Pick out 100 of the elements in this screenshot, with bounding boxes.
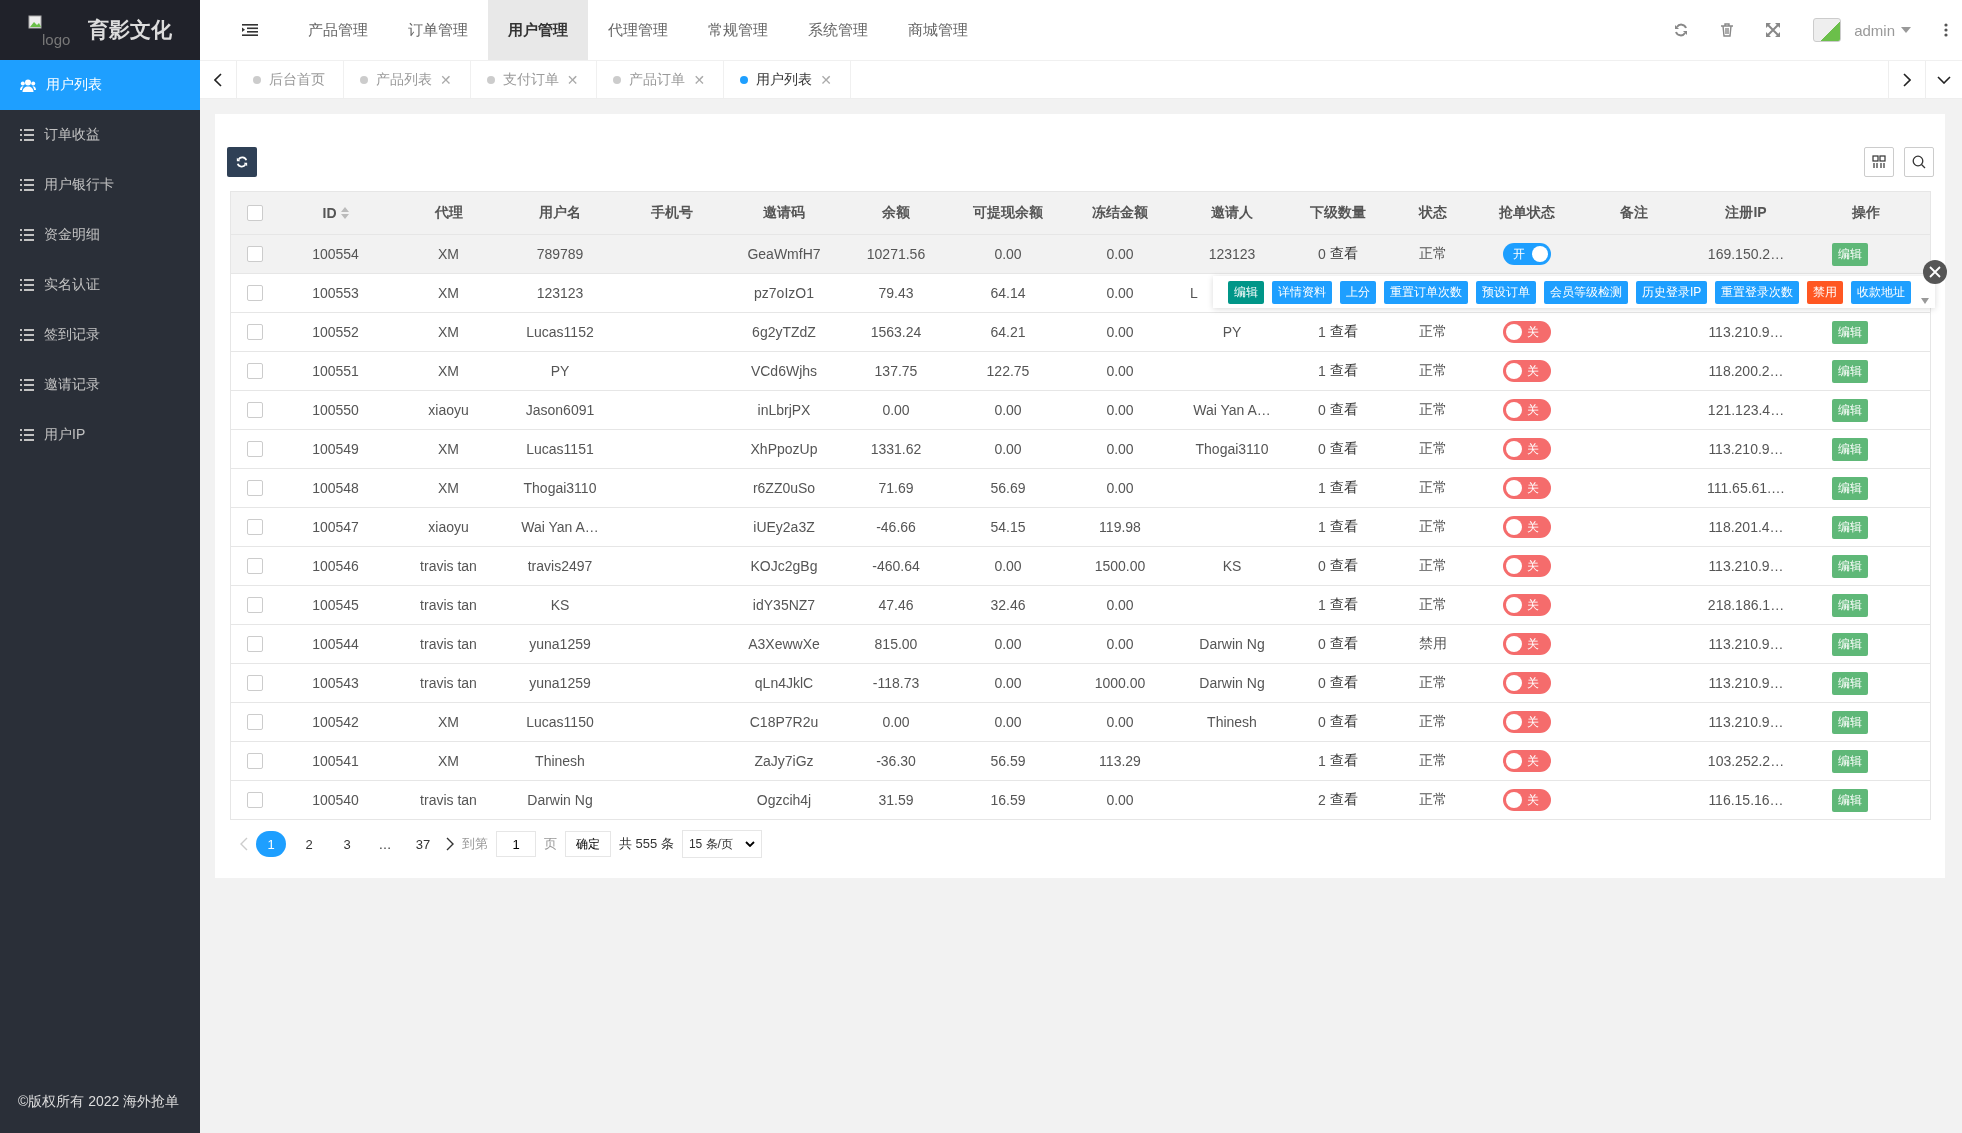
table-row[interactable]: 100552 XM Lucas1152 6g2yTZdZ 1563.24 64.21 0.00 PY 1 查看 正常 关 113.210.9… 编辑	[231, 312, 1930, 351]
table-cell: A3XewwXe	[748, 636, 820, 652]
action-button[interactable]: 禁用	[1807, 280, 1844, 304]
checkbox[interactable]	[246, 441, 263, 457]
refresh-icon[interactable]	[1674, 23, 1689, 37]
page-tab[interactable]: 用户列表 ✕	[724, 61, 851, 98]
table-cell: 119.98	[1099, 519, 1141, 535]
sidebar-item[interactable]: 实名认证	[0, 260, 200, 310]
view-link[interactable]: 查看	[1329, 713, 1358, 731]
table-row[interactable]: 100551 XM PY VCd6Wjhs 137.75 122.75 0.00 1 查看 正常 关 118.200.2… 编辑	[231, 351, 1930, 390]
table-row[interactable]: 100549 XM Lucas1151 XhPpozUp 1331.62 0.00 0.00 Thogai3110 0 查看 正常 关 113.210.9… 编辑	[231, 429, 1930, 468]
checkbox[interactable]	[246, 324, 263, 340]
next-page-icon[interactable]	[446, 837, 454, 851]
chevron-left-icon[interactable]	[214, 72, 222, 87]
checkbox[interactable]	[246, 519, 263, 535]
view-link[interactable]: 查看	[1329, 752, 1358, 770]
view-link[interactable]: 查看	[1329, 635, 1358, 653]
refresh-button[interactable]	[227, 147, 257, 177]
table-row[interactable]: 100541 XM Thinesh ZaJy7iGz -36.30 56.59 113.29 1 查看 正常 关 103.252.2… 编辑	[231, 741, 1930, 780]
page-input[interactable]: 1	[496, 831, 536, 857]
table-cell: pz7oIzO1	[754, 285, 814, 301]
sidebar-item[interactable]: 签到记录	[0, 310, 200, 360]
view-link[interactable]: 查看	[1329, 245, 1358, 263]
table-row[interactable]: 100543 travis tan yuna1259 qLn4JklC -118.73 0.00 1000.00 Darwin Ng 0 查看 正常 关 113.210.9… 编辑	[231, 663, 1930, 702]
confirm-button[interactable]: 确定	[565, 831, 611, 857]
table-row[interactable]: 100544 travis tan yuna1259 A3XewwXe 815.00 0.00 0.00 Darwin Ng 0 查看 禁用 关 113.210.9… 编辑	[231, 624, 1930, 663]
nav-tab[interactable]: 常规管理	[688, 0, 788, 60]
nav-tab[interactable]: 订单管理	[388, 0, 488, 60]
view-link[interactable]: 查看	[1329, 362, 1358, 380]
checkbox[interactable]	[246, 753, 263, 769]
page-link[interactable]: 3	[332, 831, 362, 857]
nav-tab[interactable]: 产品管理	[288, 0, 388, 60]
checkbox[interactable]	[246, 363, 263, 379]
checkbox[interactable]	[246, 558, 263, 574]
columns-button[interactable]	[1864, 147, 1894, 177]
close-button[interactable]	[1923, 260, 1947, 284]
table-cell: VCd6Wjhs	[750, 363, 818, 379]
table-cell: 123123	[1208, 246, 1256, 262]
checkbox[interactable]	[246, 675, 263, 691]
checkbox[interactable]	[246, 636, 263, 652]
table-row[interactable]: 100540 travis tan Darwin Ng Ogzcih4j 31.59 16.59 0.00 2 查看 正常 关 116.15.16… 编辑	[231, 780, 1930, 819]
nav-tab[interactable]: 用户管理	[488, 0, 588, 60]
more-icon[interactable]	[1944, 23, 1948, 37]
view-link[interactable]: 查看	[1329, 401, 1358, 419]
page-link[interactable]: 2	[294, 831, 324, 857]
table-row[interactable]: 100546 travis tan travis2497 KOJc2gBg -460.64 0.00 1500.00 KS 0 查看 正常 关 113.210.9… 编辑	[231, 546, 1930, 585]
checkbox[interactable]	[246, 285, 263, 301]
dot-icon	[253, 75, 261, 84]
view-link[interactable]: 查看	[1329, 518, 1358, 536]
checkbox[interactable]	[246, 597, 263, 613]
page-link[interactable]: …	[370, 831, 400, 857]
checkbox[interactable]	[246, 246, 263, 262]
view-link[interactable]: 查看	[1329, 479, 1358, 497]
search-button[interactable]	[1904, 147, 1934, 177]
table-row[interactable]: 100547 xiaoyu Wai Yan A… iUEy2a3Z -46.66 54.15 119.98 1 查看 正常 关 118.201.4… 编辑	[231, 507, 1930, 546]
sidebar-item[interactable]: 用户IP	[0, 410, 200, 460]
sidebar-item[interactable]: 用户银行卡	[0, 160, 200, 210]
checkbox[interactable]	[246, 480, 263, 496]
view-link[interactable]: 查看	[1329, 791, 1358, 809]
sidebar-item[interactable]: 邀请记录	[0, 360, 200, 410]
chevron-down-icon[interactable]	[1937, 75, 1951, 84]
sidebar-item[interactable]: 订单收益	[0, 110, 200, 160]
sort-icon[interactable]	[340, 207, 349, 219]
nav-tab[interactable]: 代理管理	[588, 0, 688, 60]
view-link[interactable]: 查看	[1329, 557, 1358, 575]
view-link[interactable]: 查看	[1329, 596, 1358, 614]
table-row[interactable]: 100542 XM Lucas1150 C18P7R2u 0.00 0.00 0.00 Thinesh 0 查看 正常 关 113.210.9… 编辑	[231, 702, 1930, 741]
page-size-select[interactable]: 15 条/页	[681, 830, 762, 858]
table-row[interactable]: 100550 xiaoyu Jason6091 inLbrjPX 0.00 0.00 0.00 Wai Yan A… 0 查看 正常 关 121.123.4… 编辑	[231, 390, 1930, 429]
action-button[interactable]: 编辑	[1228, 280, 1264, 304]
table-cell: 0.00	[994, 675, 1022, 691]
menu-icon[interactable]	[242, 24, 258, 36]
avatar-image[interactable]	[1813, 18, 1842, 42]
table-cell: r6ZZ0uSo	[752, 480, 816, 496]
sidebar-item[interactable]: 资金明细	[0, 210, 200, 260]
trash-icon[interactable]	[1721, 23, 1734, 37]
nav-tab[interactable]: 系统管理	[788, 0, 888, 60]
view-link[interactable]: 查看	[1329, 440, 1358, 458]
nav-tab[interactable]: 商城管理	[888, 0, 988, 60]
table-row[interactable]: 100545 travis tan KS idY35NZ7 47.46 32.46 0.00 1 查看 正常 关 218.186.1… 编辑	[231, 585, 1930, 624]
view-link[interactable]: 查看	[1329, 674, 1358, 692]
table-row[interactable]: 100548 XM Thogai3110 r6ZZ0uSo 71.69 56.69 0.00 1 查看 正常 关 111.65.61.… 编辑	[231, 468, 1930, 507]
table-cell: 0	[1318, 558, 1326, 574]
prev-page-icon[interactable]	[240, 837, 248, 851]
checkbox[interactable]	[246, 714, 263, 730]
table-row[interactable]: 100554 XM 789789 GeaWmfH7 10271.56 0.00 0.00 123123 0 查看 正常 开 169.150.2… 编辑	[231, 234, 1930, 273]
checkbox[interactable]	[246, 402, 263, 418]
column-header: 备注	[1619, 204, 1648, 222]
checkbox[interactable]	[246, 205, 263, 221]
search-icon	[1912, 155, 1926, 169]
table-cell: travis tan	[420, 597, 477, 613]
chevron-right-icon[interactable]	[1903, 72, 1911, 87]
view-link[interactable]: 查看	[1329, 323, 1358, 341]
fullscreen-icon[interactable]	[1766, 23, 1781, 37]
table-cell: 0.00	[1106, 792, 1134, 808]
dot-icon	[740, 75, 749, 84]
caret-down-icon[interactable]	[1921, 298, 1929, 304]
checkbox[interactable]	[246, 792, 263, 808]
caret-icon[interactable]	[1901, 27, 1911, 33]
page-link[interactable]: 37	[408, 831, 438, 857]
